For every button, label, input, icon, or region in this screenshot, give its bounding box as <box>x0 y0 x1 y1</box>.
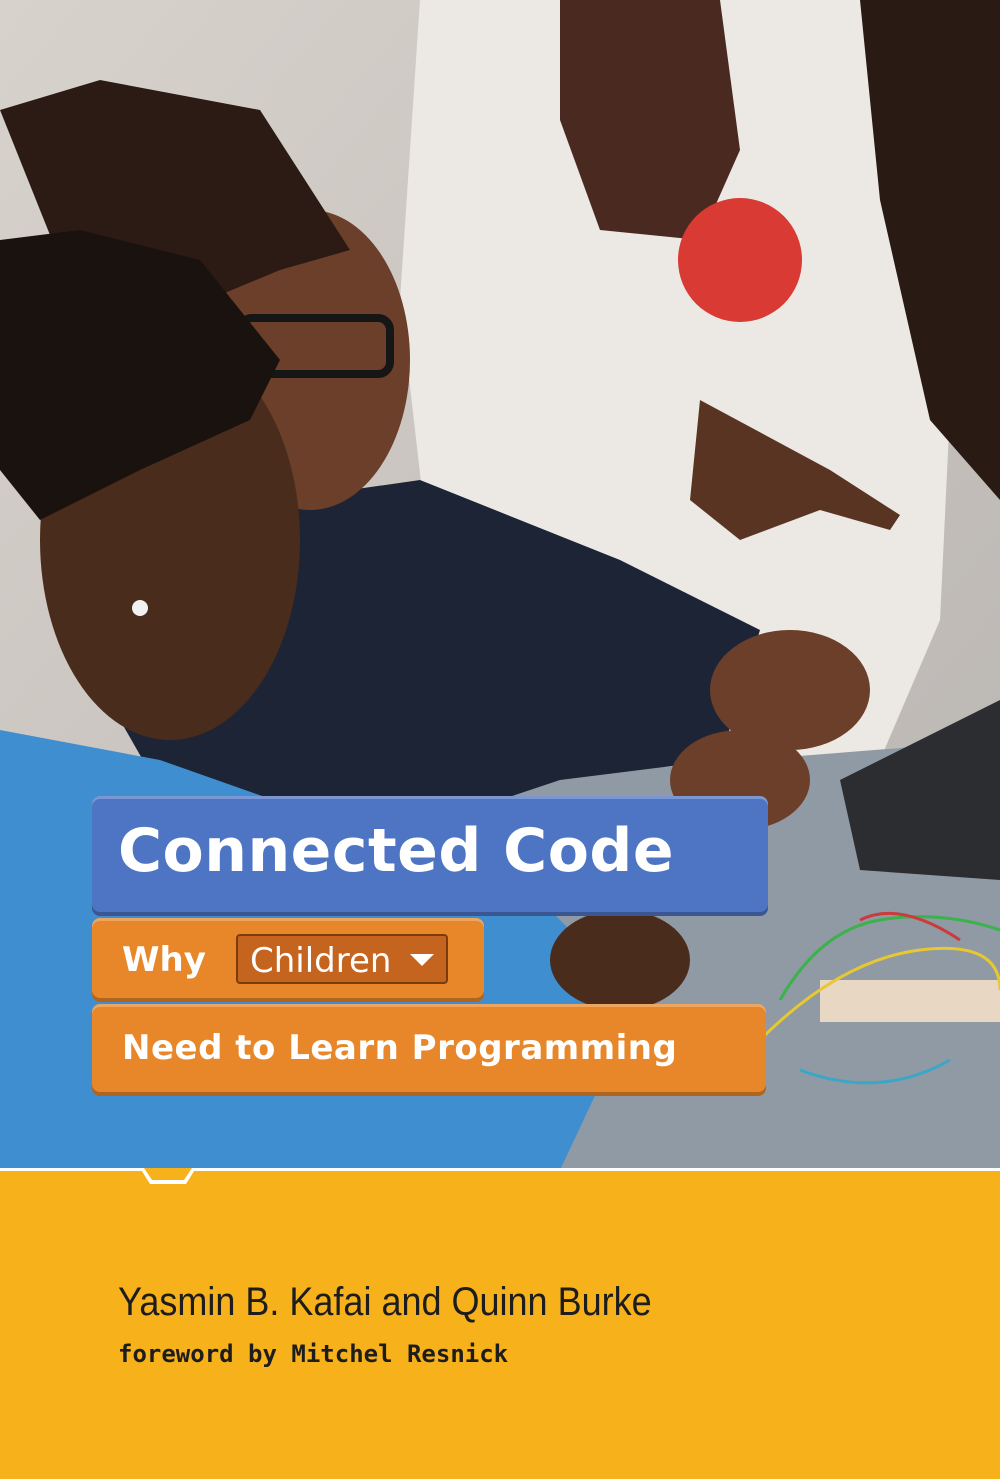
authors: Yasmin B. Kafai and Quinn Burke <box>118 1280 652 1324</box>
subtitle-rest: Need to Learn Programming <box>122 1028 678 1068</box>
children-dropdown: Children <box>236 934 448 984</box>
foreword: foreword by Mitchel Resnick <box>118 1340 509 1368</box>
dropdown-label: Children <box>250 941 392 981</box>
subtitle-why: Why <box>122 940 206 980</box>
subtitle-rest-block: Need to Learn Programming <box>92 1004 766 1096</box>
chevron-down-icon <box>410 954 434 966</box>
book-title: Connected Code <box>118 816 675 886</box>
scratch-tab-notch <box>140 1168 196 1184</box>
title-block: Connected Code <box>92 796 768 916</box>
subtitle-why-block: Why Children <box>92 918 484 1002</box>
